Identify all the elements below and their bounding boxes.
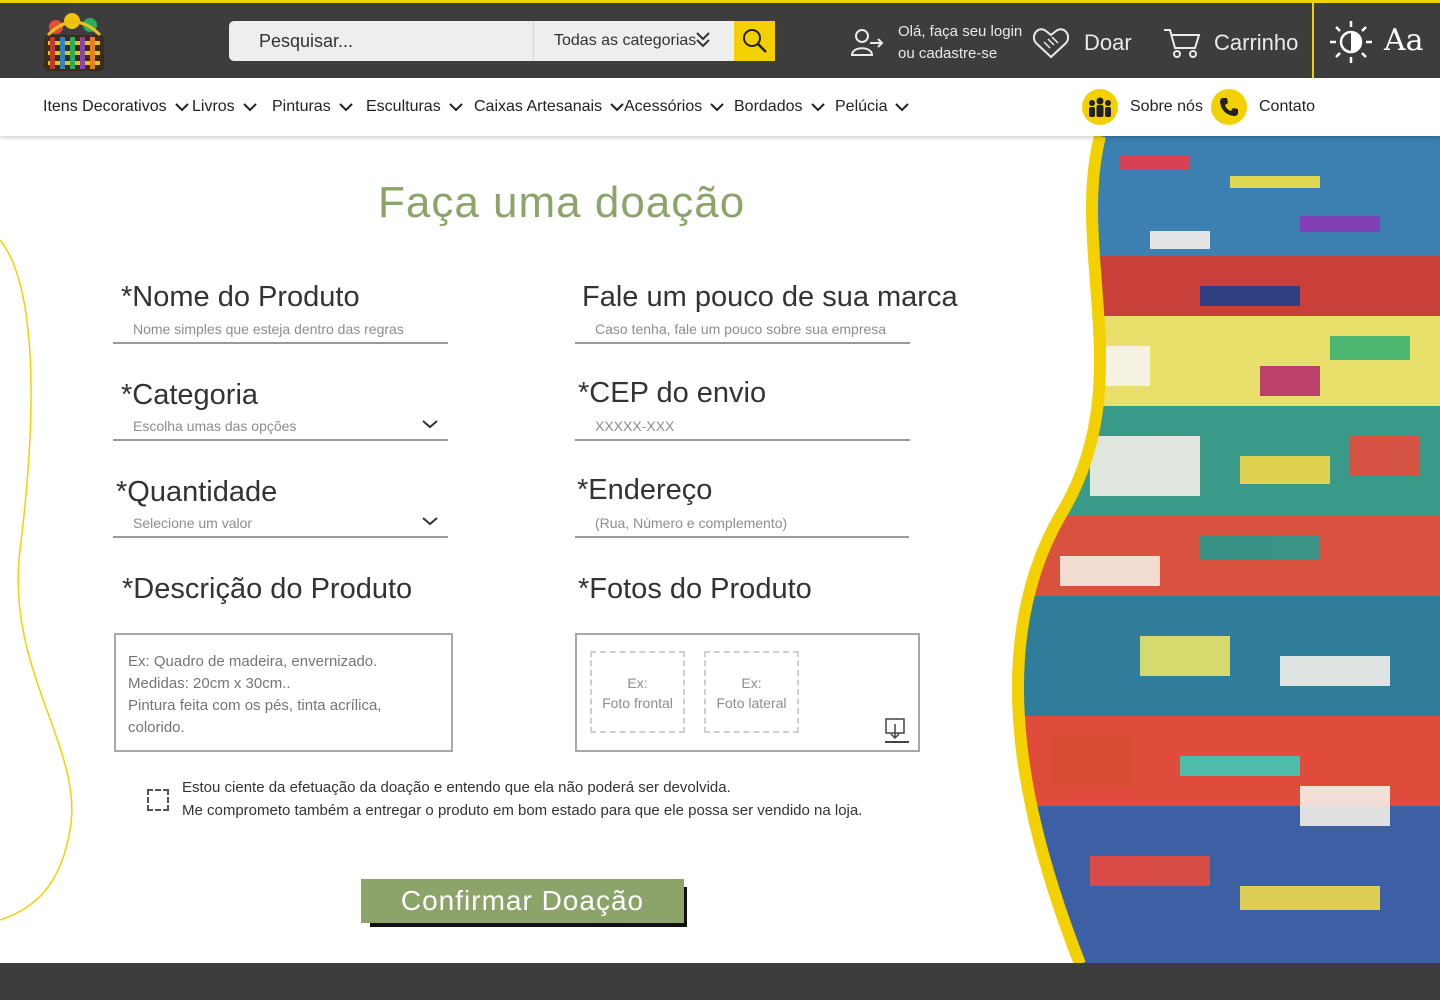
photo-slot-side[interactable]: Ex: Foto lateral: [704, 651, 799, 733]
nav-item-label: Pinturas: [272, 98, 331, 115]
people-icon: [1082, 89, 1118, 125]
login-line-1: Olá, faça seu login: [898, 23, 1023, 40]
nav-item-itens-decorativos[interactable]: Itens Decorativos: [43, 96, 189, 118]
donation-page: Todas as categorias Olá, faça se: [0, 0, 1440, 1000]
donate-link[interactable]: Doar: [1032, 23, 1132, 63]
contact-label: Contato: [1259, 98, 1316, 115]
nav-item-label: Esculturas: [366, 98, 441, 115]
terms-line-2: Me comprometo também a entregar o produt…: [182, 802, 863, 819]
quantity-select[interactable]: Selecione um valor: [113, 510, 448, 538]
photo-slot-caption: Foto frontal: [602, 695, 673, 711]
top-header: Todas as categorias Olá, faça se: [0, 0, 1440, 78]
header-divider: [1312, 3, 1314, 78]
category-dropdown-label: Todas as categorias: [554, 32, 697, 49]
search-button[interactable]: [734, 21, 775, 61]
footer-bar: [0, 963, 1440, 1000]
upload-icon[interactable]: [882, 716, 912, 746]
brand-input[interactable]: [575, 316, 910, 344]
address-label: *Endereço: [577, 474, 713, 506]
nav-item-esculturas[interactable]: Esculturas: [366, 96, 463, 118]
chevron-down-icon: [810, 103, 825, 112]
search-input[interactable]: [229, 21, 533, 61]
contact-link[interactable]: Contato: [1211, 88, 1315, 126]
terms-text: Estou ciente da efetuação da doação e en…: [182, 776, 862, 822]
chevron-down-icon: [422, 420, 438, 429]
photo-upload-box[interactable]: Ex: Foto frontal Ex: Foto lateral: [575, 633, 920, 752]
chevron-down-icon: [174, 103, 189, 112]
store-logo[interactable]: [38, 11, 110, 73]
chevron-down-icon: [610, 103, 624, 112]
cep-input[interactable]: [575, 413, 910, 441]
description-textarea[interactable]: [114, 633, 453, 752]
phone-icon: [1211, 89, 1247, 125]
double-chevron-down-icon: [696, 32, 710, 48]
cep-label: *CEP do envio: [578, 377, 767, 409]
terms-line-1: Estou ciente da efetuação da doação e en…: [182, 779, 731, 796]
nav-item-bordados[interactable]: Bordados: [734, 96, 825, 118]
chevron-down-icon: [448, 103, 463, 112]
product-name-label: *Nome do Produto: [121, 281, 360, 313]
contrast-toggle-icon[interactable]: [1328, 19, 1374, 65]
confirm-donation-button[interactable]: Confirmar Doação: [361, 879, 684, 923]
category-nav: Itens Decorativos Livros Pinturas Escult…: [0, 78, 1440, 136]
decorative-curve: [0, 239, 73, 921]
nav-item-label: Itens Decorativos: [43, 98, 167, 115]
nav-item-label: Pelúcia: [835, 98, 888, 115]
about-link[interactable]: Sobre nós: [1082, 88, 1203, 126]
decorative-painting: [1012, 136, 1440, 964]
nav-item-livros[interactable]: Livros: [192, 96, 257, 118]
cart-label: Carrinho: [1214, 30, 1299, 55]
nav-item-acessorios[interactable]: Acessórios: [624, 96, 724, 118]
category-select-placeholder: Escolha umas das opções: [133, 418, 297, 434]
brand-label: Fale um pouco de sua marca: [582, 281, 958, 313]
nav-item-label: Acessórios: [624, 98, 703, 115]
category-label: *Categoria: [121, 379, 259, 411]
nav-item-label: Caixas Artesanais: [474, 98, 603, 115]
photo-slot-prefix: Ex:: [627, 675, 648, 691]
category-dropdown[interactable]: Todas as categorias: [533, 21, 734, 61]
page-title: Faça uma doação: [378, 178, 746, 227]
font-size-toggle[interactable]: Aa: [1384, 21, 1424, 61]
chevron-down-icon: [338, 103, 353, 112]
about-label: Sobre nós: [1130, 98, 1203, 115]
cart-icon: [1164, 29, 1201, 58]
chevron-down-icon: [895, 103, 910, 112]
photo-slot-front[interactable]: Ex: Foto frontal: [590, 651, 685, 733]
chevron-down-icon: [422, 517, 438, 526]
nav-item-pinturas[interactable]: Pinturas: [272, 96, 353, 118]
photo-slot-caption: Foto lateral: [716, 695, 787, 711]
quantity-label: *Quantidade: [116, 476, 278, 508]
description-label: *Descrição do Produto: [122, 573, 413, 605]
user-login-icon: [850, 29, 884, 56]
nav-item-label: Livros: [192, 98, 235, 115]
product-name-input[interactable]: [113, 316, 448, 344]
handshake-heart-icon: [1032, 28, 1070, 59]
address-input[interactable]: [575, 510, 909, 538]
nav-item-caixas-artesanais[interactable]: Caixas Artesanais: [474, 96, 624, 118]
quantity-select-placeholder: Selecione um valor: [133, 515, 253, 531]
terms-checkbox[interactable]: [147, 789, 169, 811]
photos-label: *Fotos do Produto: [578, 573, 812, 605]
chevron-down-icon: [242, 103, 257, 112]
login-link[interactable]: Olá, faça seu login ou cadastre-se: [850, 21, 1023, 67]
nav-item-pelucia[interactable]: Pelúcia: [835, 96, 910, 118]
chevron-down-icon: [710, 103, 724, 112]
login-line-2: ou cadastre-se: [898, 45, 998, 62]
photo-slot-prefix: Ex:: [741, 675, 762, 691]
donate-label: Doar: [1084, 30, 1132, 55]
search-bar: Todas as categorias: [229, 21, 775, 61]
search-icon: [742, 29, 767, 53]
cart-link[interactable]: Carrinho: [1162, 23, 1298, 63]
category-select[interactable]: Escolha umas das opções: [113, 413, 448, 441]
nav-item-label: Bordados: [734, 98, 803, 115]
